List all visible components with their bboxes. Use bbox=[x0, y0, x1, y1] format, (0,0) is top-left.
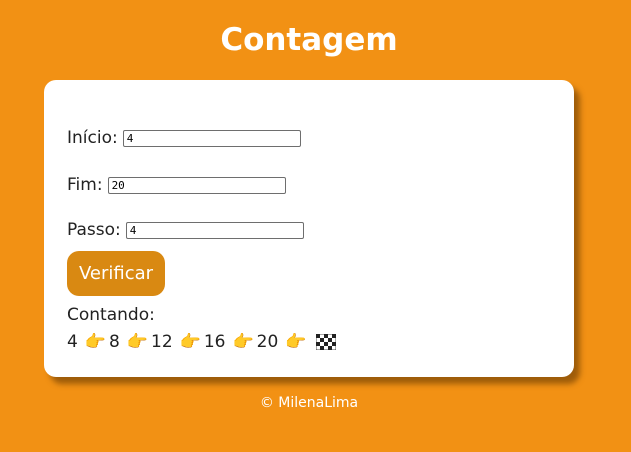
count-value: 4 bbox=[67, 332, 78, 352]
count-value: 8 bbox=[109, 332, 120, 352]
footer-copyright: © MilenaLima bbox=[259, 395, 359, 411]
passo-row: Passo: bbox=[67, 220, 304, 240]
fim-label: Fim: bbox=[67, 175, 103, 195]
pointing-hand-icon: 👉 bbox=[232, 332, 254, 352]
fim-input[interactable] bbox=[107, 176, 286, 194]
pointing-hand-icon: 👉 bbox=[126, 332, 148, 352]
counter-card: Início: Fim: Passo: Verificar Contando: … bbox=[44, 80, 574, 377]
pointing-hand-icon: 👉 bbox=[84, 332, 106, 352]
passo-label: Passo: bbox=[67, 220, 121, 240]
pointing-hand-icon: 👉 bbox=[179, 332, 201, 352]
count-value: 16 bbox=[203, 332, 226, 352]
count-value: 20 bbox=[256, 332, 279, 352]
result-label: Contando: bbox=[67, 305, 155, 325]
inicio-input[interactable] bbox=[122, 129, 301, 147]
fim-row: Fim: bbox=[67, 175, 286, 195]
count-value: 12 bbox=[151, 332, 173, 352]
page-title: Contagem bbox=[220, 22, 398, 58]
inicio-label: Início: bbox=[67, 128, 118, 148]
passo-input[interactable] bbox=[125, 221, 304, 239]
result-sequence: 4 👉 8 👉 12 👉 16 👉 20 👉 bbox=[67, 332, 337, 352]
checkered-flag-icon bbox=[316, 334, 337, 350]
pointing-hand-icon: 👉 bbox=[285, 332, 307, 352]
inicio-row: Início: bbox=[67, 128, 301, 148]
verificar-button[interactable]: Verificar bbox=[67, 251, 165, 296]
